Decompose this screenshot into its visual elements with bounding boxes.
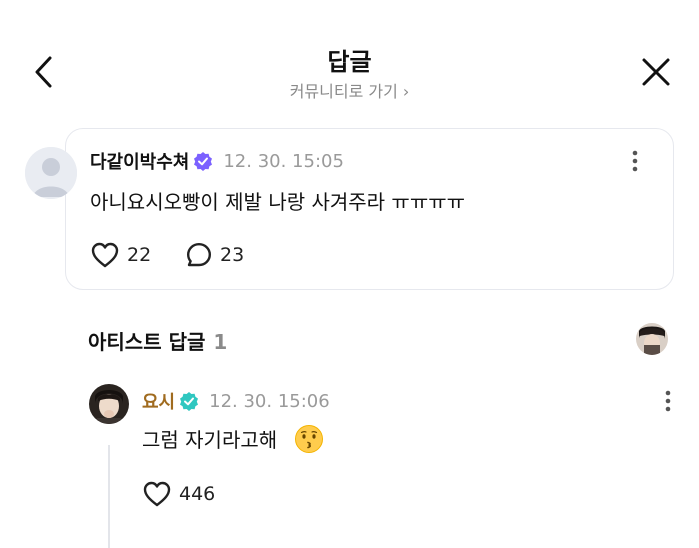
artist-profile-avatar[interactable]: [636, 323, 668, 355]
default-avatar-icon: [25, 147, 77, 199]
post-more-button[interactable]: [623, 146, 647, 176]
reply-author-name[interactable]: 요시: [142, 388, 175, 414]
post-like-count: 22: [127, 244, 152, 266]
comment-icon: [187, 243, 211, 267]
artist-reply-title: 아티스트 답글: [88, 330, 206, 354]
verified-badge-icon: [193, 151, 213, 171]
heart-icon: [91, 242, 119, 268]
artist-photo-icon: [636, 323, 668, 355]
post-comment-count: 23: [220, 244, 245, 266]
artist-avatar[interactable]: [89, 384, 129, 424]
reply-meta: 요시 12. 30. 15:06: [142, 388, 330, 414]
close-icon: [642, 58, 670, 86]
reply-body-row: 그럼 자기라고해: [142, 424, 324, 459]
artist-photo-icon: [89, 384, 129, 424]
reply-more-button[interactable]: [656, 386, 680, 416]
heart-icon: [143, 481, 171, 507]
top-bar: 답글 커뮤니티로 가기 ›: [0, 0, 699, 110]
post-like-button[interactable]: 22: [91, 242, 151, 268]
user-avatar[interactable]: [25, 147, 77, 199]
post-timestamp: 12. 30. 15:05: [223, 150, 344, 172]
artist-reply-count: 1: [213, 330, 228, 354]
more-vertical-icon: [665, 390, 671, 412]
kissing-emoji-icon: [294, 424, 324, 459]
close-button[interactable]: [636, 52, 676, 92]
post-comment-button[interactable]: 23: [186, 242, 244, 268]
more-vertical-icon: [632, 150, 638, 172]
artist-reply-heading: 아티스트 답글 1: [88, 326, 227, 355]
verified-artist-icon: [179, 391, 199, 411]
page-title: 답글: [327, 48, 372, 76]
reply-like-button[interactable]: 446: [143, 481, 215, 507]
reply-timestamp: 12. 30. 15:06: [209, 390, 330, 412]
reply-like-count: 446: [179, 483, 216, 505]
reply-body: 그럼 자기라고해: [142, 428, 278, 452]
post-author-name[interactable]: 다같이박수쳐: [90, 148, 189, 174]
go-to-community-link[interactable]: 커뮤니티로 가기 ›: [0, 78, 699, 102]
post-meta: 다같이박수쳐 12. 30. 15:05: [90, 148, 344, 174]
thread-line: [108, 445, 110, 548]
post-body: 아니요시오빵이 제발 나랑 사겨주라 ㅠㅠㅠㅠ: [90, 190, 466, 214]
